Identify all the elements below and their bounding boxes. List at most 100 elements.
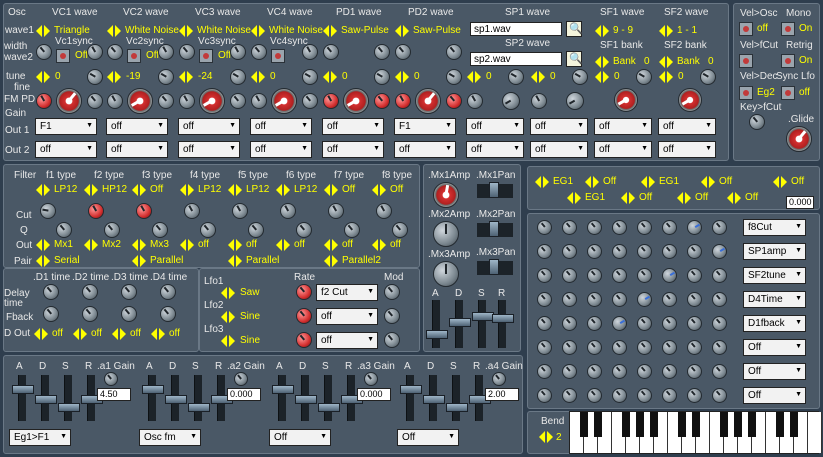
sf2-tune-arrows[interactable]: [658, 70, 674, 84]
matrix-knob-r6-c6[interactable]: [687, 364, 702, 379]
vc3-tune-arrows[interactable]: [178, 70, 194, 84]
vc3-pd-knob[interactable]: [230, 93, 246, 109]
vc1-gain-knob[interactable]: [56, 88, 82, 114]
matrix-knob-r4-c0[interactable]: [537, 316, 552, 331]
matrix-knob-r4-c5[interactable]: [662, 316, 677, 331]
retrig-toggle[interactable]: [781, 54, 795, 68]
f8-cut-knob[interactable]: [376, 203, 392, 219]
vc4-width-knob[interactable]: [251, 44, 267, 60]
matrix-knob-r1-c0[interactable]: [537, 244, 552, 259]
vc3-wave-arrows[interactable]: [178, 24, 194, 38]
vc1-out1-select[interactable]: F1: [35, 118, 97, 135]
f5-out-arrows[interactable]: [227, 238, 243, 252]
matrix-knob-r7-c1[interactable]: [562, 388, 577, 403]
black-key[interactable]: [622, 412, 630, 438]
vc4-out1-select[interactable]: off: [250, 118, 312, 135]
env3-d-thumb[interactable]: [295, 395, 317, 404]
sp1-fm-knob[interactable]: [467, 93, 483, 109]
sp2-out1-select[interactable]: off: [530, 118, 588, 135]
env3-s-slider[interactable]: [318, 375, 340, 421]
sp2-browse-button[interactable]: 🔍: [566, 51, 583, 67]
mono-toggle[interactable]: [781, 22, 795, 36]
f6-q-knob[interactable]: [296, 222, 312, 238]
matrix-knob-r7-c7[interactable]: [712, 388, 727, 403]
matrix-knob-r0-c7[interactable]: [712, 220, 727, 235]
f8-out-arrows[interactable]: [371, 238, 387, 252]
vc1-sync-toggle[interactable]: [56, 49, 70, 63]
vc4-out2-select[interactable]: off: [250, 141, 312, 158]
pd1-fine-knob[interactable]: [374, 69, 390, 85]
vc1-width-knob[interactable]: [36, 44, 52, 60]
vc3-width-knob[interactable]: [179, 44, 195, 60]
vc2-fm-knob[interactable]: [107, 93, 123, 109]
eg-row2-arrows-2[interactable]: [676, 191, 692, 205]
eg-row2-arrows-0[interactable]: [566, 191, 582, 205]
f5-q-knob[interactable]: [248, 222, 264, 238]
lfo2-wave-arrows[interactable]: [220, 310, 236, 324]
mix-r-slider[interactable]: [492, 300, 514, 348]
sp1-out2-select[interactable]: off: [466, 141, 524, 158]
vel-dec-toggle[interactable]: [739, 86, 753, 100]
matrix-knob-r7-c3[interactable]: [612, 388, 627, 403]
vc4-sync-toggle[interactable]: [271, 49, 285, 63]
matrix-knob-r6-c0[interactable]: [537, 364, 552, 379]
pd1-width-knob[interactable]: [323, 44, 339, 60]
glide-knob[interactable]: [786, 126, 812, 152]
lfo2-rate-knob[interactable]: [296, 308, 312, 324]
vc4-fine-knob[interactable]: [302, 69, 318, 85]
matrix-knob-r3-c4[interactable]: [637, 292, 652, 307]
d4-fback-knob[interactable]: [160, 306, 176, 322]
sf1-out1-select[interactable]: off: [594, 118, 652, 135]
sp1-fine-knob[interactable]: [508, 69, 524, 85]
vc4-pd-knob[interactable]: [302, 93, 318, 109]
matrix-target-select-1[interactable]: SP1amp: [743, 243, 806, 260]
matrix-knob-r1-c5[interactable]: [662, 244, 677, 259]
env4-a-thumb[interactable]: [400, 385, 422, 394]
sp2-gain-knob[interactable]: [566, 92, 584, 110]
vc1-fm-knob[interactable]: [36, 93, 52, 109]
f3-cut-knob[interactable]: [136, 203, 152, 219]
f7-out-arrows[interactable]: [323, 238, 339, 252]
f8-type-arrows[interactable]: [371, 183, 387, 197]
mix-a-slider[interactable]: [426, 300, 448, 348]
env4-dest-select[interactable]: Off: [397, 429, 459, 446]
matrix-knob-r1-c1[interactable]: [562, 244, 577, 259]
matrix-target-select-7[interactable]: Off: [743, 387, 806, 404]
black-key[interactable]: [734, 412, 742, 438]
matrix-target-select-5[interactable]: Off: [743, 339, 806, 356]
black-key[interactable]: [692, 412, 700, 438]
f7-type-arrows[interactable]: [323, 183, 339, 197]
vc1-wave-arrows[interactable]: [35, 24, 51, 38]
env3-r-slider[interactable]: [341, 375, 363, 421]
f5-pair-arrows[interactable]: [227, 254, 243, 268]
env4-r-slider[interactable]: [469, 375, 491, 421]
pd2-fine-knob[interactable]: [446, 69, 462, 85]
pd2-out1-select[interactable]: F1: [394, 118, 456, 135]
f5-type-arrows[interactable]: [227, 183, 243, 197]
f4-type-arrows[interactable]: [179, 183, 195, 197]
black-key[interactable]: [650, 412, 658, 438]
f1-pair-arrows[interactable]: [35, 254, 51, 268]
matrix-knob-r0-c6[interactable]: [687, 220, 702, 235]
sf2-gain-knob[interactable]: [678, 88, 702, 112]
sp1-browse-button[interactable]: 🔍: [566, 21, 583, 37]
f5-cut-knob[interactable]: [232, 203, 248, 219]
sp2-file-field[interactable]: sp2.wav: [470, 52, 562, 66]
matrix-knob-r6-c5[interactable]: [662, 364, 677, 379]
sf1-tune-arrows[interactable]: [594, 70, 610, 84]
matrix-knob-r3-c5[interactable]: [662, 292, 677, 307]
f3-out-arrows[interactable]: [131, 238, 147, 252]
env2-gain-knob[interactable]: [234, 372, 248, 386]
matrix-knob-r6-c7[interactable]: [712, 364, 727, 379]
matrix-knob-r0-c0[interactable]: [537, 220, 552, 235]
env2-dest-select[interactable]: Osc fm: [139, 429, 201, 446]
mx1amp-knob[interactable]: [433, 182, 459, 208]
f4-out-arrows[interactable]: [179, 238, 195, 252]
f6-out-arrows[interactable]: [275, 238, 291, 252]
env1-r-slider[interactable]: [81, 375, 103, 421]
pd2-out2-select[interactable]: off: [394, 141, 456, 158]
f3-type-arrows[interactable]: [131, 183, 147, 197]
eg-row1-arrows-4[interactable]: [772, 175, 788, 189]
pd1-tune-arrows[interactable]: [322, 70, 338, 84]
matrix-knob-r4-c1[interactable]: [562, 316, 577, 331]
